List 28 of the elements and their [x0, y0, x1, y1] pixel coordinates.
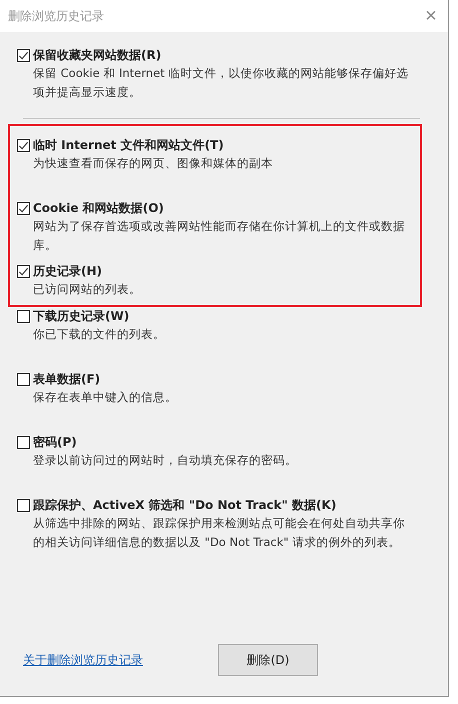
checkbox[interactable] — [17, 498, 30, 512]
option-label: 历史记录(H) — [33, 262, 102, 280]
checkbox[interactable] — [17, 436, 30, 448]
option-label: 跟踪保护、ActiveX 筛选和 "Do Not Track" 数据(K) — [33, 496, 336, 514]
checkbox[interactable] — [17, 372, 30, 386]
window-title: 删除浏览历史记录 — [8, 8, 104, 24]
help-link[interactable]: 关于删除浏览历史记录 — [23, 652, 218, 668]
option-description: 登录以前访问过的网站时，自动填充保存的密码。 — [32, 452, 298, 469]
option-label: 保留收藏夹网站数据(R) — [33, 46, 162, 64]
option-description: 已访问网站的列表。 — [32, 281, 142, 298]
checkbox[interactable] — [17, 202, 30, 214]
checkbox[interactable] — [17, 310, 30, 322]
option-label: 临时 Internet 文件和网站文件(T) — [33, 136, 224, 154]
option-label: Cookie 和网站数据(O) — [33, 200, 164, 216]
option-description: 保留 Cookie 和 Internet 临时文件，以使你收藏的网站能够保存偏好选项并提高显示速度。 — [32, 65, 410, 101]
option-description: 为快速查看而保存的网页、图像和媒体的副本 — [32, 155, 274, 172]
option-label: 表单数据(F) — [33, 370, 100, 388]
checkbox[interactable] — [17, 264, 30, 278]
close-button[interactable]: × — [414, 1, 448, 31]
option-description: 网站为了保存首选项或改善网站性能而存储在你计算机上的文件或数据库。 — [32, 218, 406, 254]
checkbox[interactable] — [17, 138, 30, 152]
delete-button[interactable]: 删除(D) — [218, 644, 318, 676]
option-description: 你已下载的文件的列表。 — [32, 326, 166, 343]
option-description: 从筛选中排除的网站、跟踪保护用来检测站点可能会在何处自动共享你的相关访问详细信息的数据以及 "Do Not Track" 请求的例外的列表。 — [32, 515, 406, 551]
option-description: 保存在表单中键入的信息。 — [32, 389, 178, 406]
option-label: 下载历史记录(W) — [33, 308, 130, 324]
option-label: 密码(P) — [33, 434, 77, 450]
checkbox[interactable] — [17, 48, 30, 62]
